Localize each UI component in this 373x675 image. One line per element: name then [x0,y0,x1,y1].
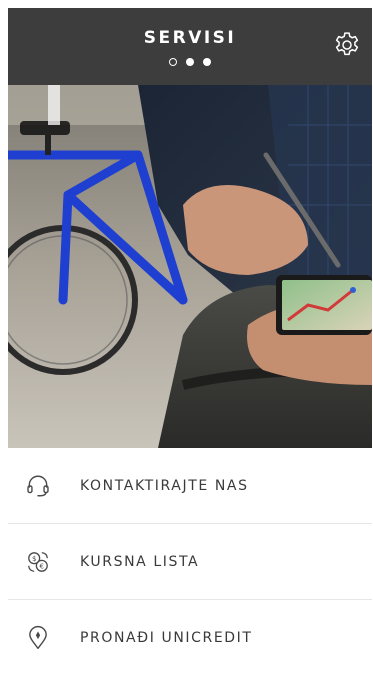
menu-item-label: KONTAKTIRAJTE NAS [80,477,249,494]
page-indicator-dot-1[interactable] [169,58,177,66]
svg-text:€: € [40,561,44,570]
menu-item-label: PRONAĐI UNICREDIT [80,629,253,646]
page-indicator [8,58,372,66]
menu-item-label: KURSNA LISTA [80,553,200,570]
currency-exchange-icon: $ € [23,547,53,577]
page-indicator-dot-2[interactable] [186,58,194,66]
hero-image [8,85,372,448]
app-header: SERVISI [8,8,372,85]
headset-icon [23,471,53,501]
page-title: SERVISI [143,28,237,48]
menu-item-find-unicredit[interactable]: PRONAĐI UNICREDIT [8,600,372,675]
svg-text:$: $ [32,553,36,562]
gear-icon [335,32,359,56]
menu-item-contact[interactable]: KONTAKTIRAJTE NAS [8,448,372,524]
settings-button[interactable] [332,30,362,60]
location-pin-icon [23,623,53,653]
services-menu: KONTAKTIRAJTE NAS $ € KURSNA LISTA PRONA… [8,448,372,675]
page-indicator-dot-3[interactable] [203,58,211,66]
menu-item-exchange-rates[interactable]: $ € KURSNA LISTA [8,524,372,600]
